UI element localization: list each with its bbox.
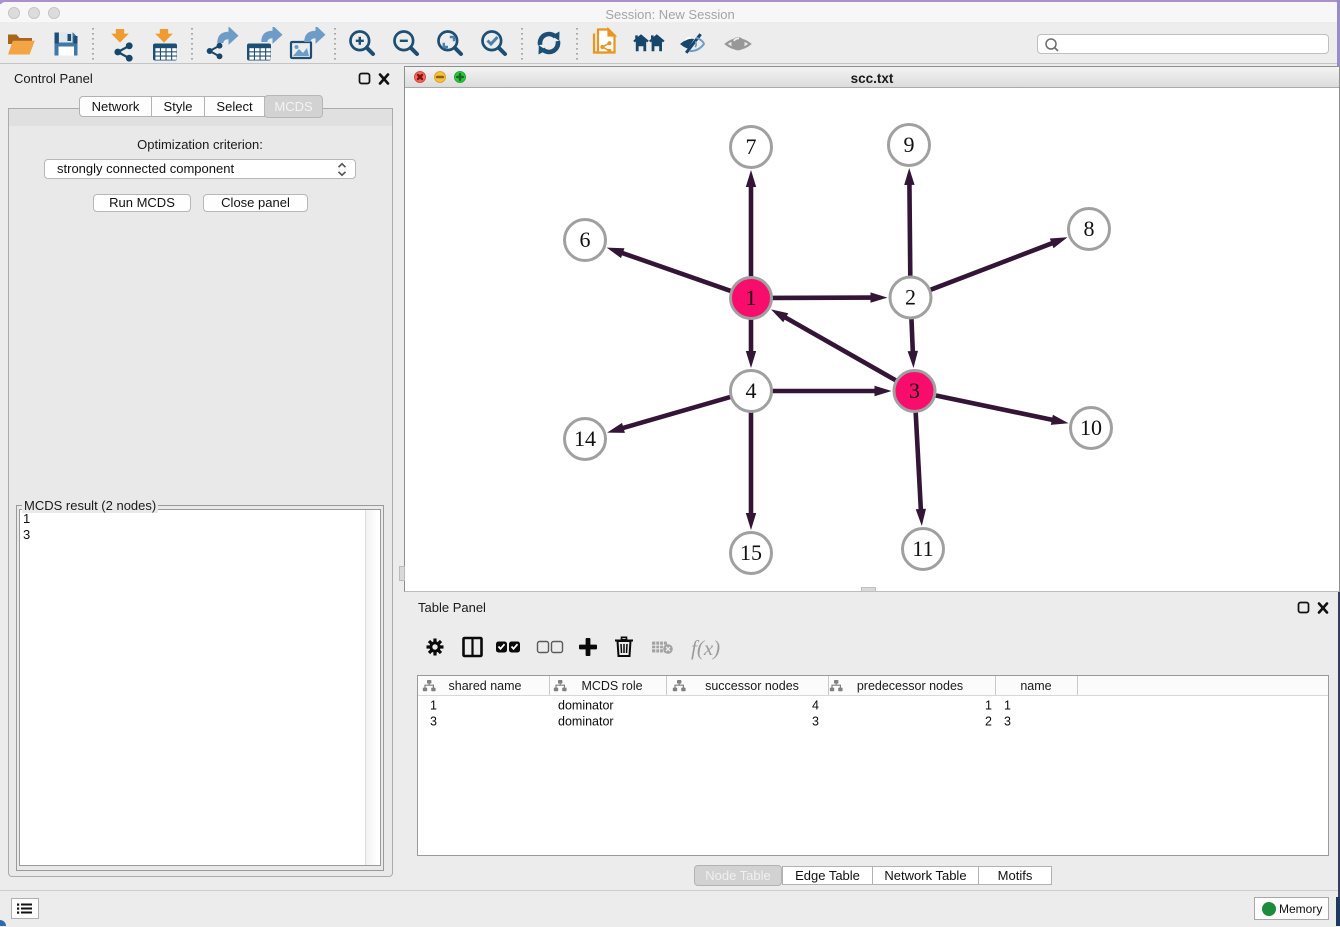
svg-text:10: 10 [1080, 415, 1102, 440]
svg-text:predecessor nodes: predecessor nodes [857, 679, 963, 693]
svg-text:dominator: dominator [558, 699, 614, 713]
svg-text:4: 4 [812, 699, 819, 713]
svg-text:successor nodes: successor nodes [705, 679, 799, 693]
svg-text:1: 1 [1004, 699, 1011, 713]
svg-text:14: 14 [574, 426, 596, 451]
svg-text:1: 1 [985, 699, 992, 713]
svg-text:2: 2 [905, 285, 916, 310]
svg-text:shared name: shared name [449, 679, 522, 693]
svg-text:15: 15 [740, 540, 762, 565]
svg-text:dominator: dominator [558, 715, 614, 729]
svg-text:7: 7 [746, 134, 757, 159]
svg-text:MCDS role: MCDS role [581, 679, 642, 693]
svg-text:3: 3 [909, 378, 920, 403]
svg-text:11: 11 [912, 536, 933, 561]
svg-text:6: 6 [580, 227, 591, 252]
svg-text:f(x): f(x) [691, 636, 720, 660]
svg-text:name: name [1020, 679, 1051, 693]
svg-text:2: 2 [985, 715, 992, 729]
svg-text:9: 9 [904, 132, 915, 157]
svg-text:1: 1 [430, 699, 437, 713]
svg-text:3: 3 [1004, 715, 1011, 729]
svg-text:3: 3 [812, 715, 819, 729]
svg-text:4: 4 [746, 378, 757, 403]
svg-text:1: 1 [746, 285, 757, 310]
svg-text:8: 8 [1084, 216, 1095, 241]
svg-text:3: 3 [430, 715, 437, 729]
